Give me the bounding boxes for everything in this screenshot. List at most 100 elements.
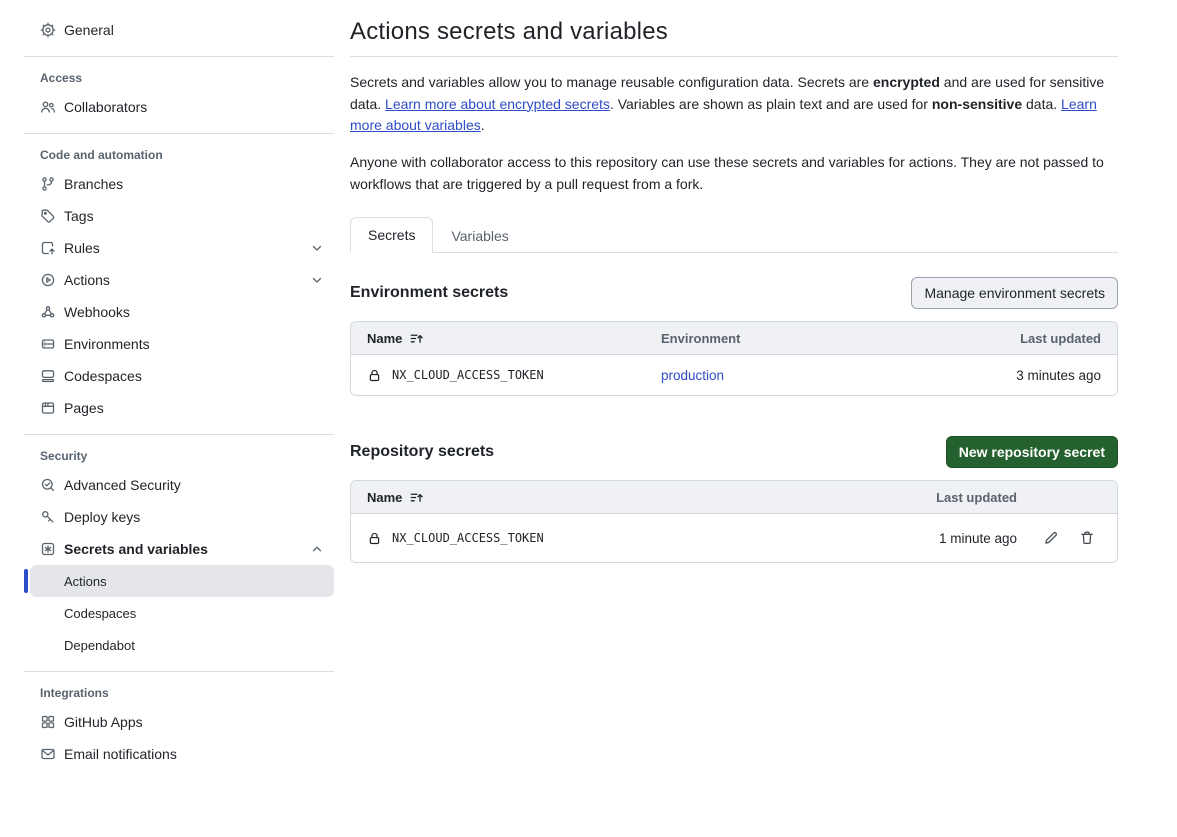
sidebar-item-deploy-keys[interactable]: Deploy keys <box>30 501 334 533</box>
row-actions <box>1017 524 1101 552</box>
edit-secret-button[interactable] <box>1037 524 1065 552</box>
sidebar-item-github-apps[interactable]: GitHub Apps <box>30 706 334 738</box>
sidebar-item-label: Deploy keys <box>64 510 140 524</box>
sidebar-item-actions[interactable]: Actions <box>30 264 334 296</box>
sidebar-item-email-notifications[interactable]: Email notifications <box>30 738 334 770</box>
sidebar-subitem-dependabot[interactable]: Dependabot <box>30 629 334 661</box>
apps-icon <box>40 714 56 730</box>
environment-secrets-table-header: Name Environment Last updated <box>351 322 1117 355</box>
sidebar-item-label: Environments <box>64 337 150 351</box>
sidebar-item-label: General <box>64 23 114 37</box>
sidebar-item-label: Webhooks <box>64 305 130 319</box>
tag-icon <box>40 208 56 224</box>
intro-text-segment: . Variables are shown as plain text and … <box>610 96 932 112</box>
sidebar-item-label: Actions <box>64 273 110 287</box>
sidebar-divider <box>24 671 334 672</box>
environment-secrets-header: Environment secrets Manage environment s… <box>350 277 1118 309</box>
secret-name: NX_CLOUD_ACCESS_TOKEN <box>392 368 544 382</box>
secret-name-cell: NX_CLOUD_ACCESS_TOKEN <box>367 368 661 383</box>
intro-paragraph-2: Anyone with collaborator access to this … <box>350 152 1118 195</box>
sidebar-item-label: Collaborators <box>64 100 147 114</box>
table-row: NX_CLOUD_ACCESS_TOKEN 1 minute ago <box>351 514 1117 562</box>
server-icon <box>40 336 56 352</box>
sidebar-item-label: Codespaces <box>64 369 142 383</box>
sidebar-item-branches[interactable]: Branches <box>30 168 334 200</box>
sidebar-item-label: Tags <box>64 209 94 223</box>
column-header-label: Name <box>367 490 402 505</box>
sidebar-item-advanced-security[interactable]: Advanced Security <box>30 469 334 501</box>
intro-bold-non-sensitive: non-sensitive <box>932 96 1022 112</box>
chevron-down-icon <box>310 273 324 287</box>
sidebar-item-environments[interactable]: Environments <box>30 328 334 360</box>
gear-icon <box>40 22 56 38</box>
mail-icon <box>40 746 56 762</box>
sidebar-item-pages[interactable]: Pages <box>30 392 334 424</box>
sidebar-subitem-codespaces[interactable]: Codespaces <box>30 597 334 629</box>
sidebar-item-label: GitHub Apps <box>64 715 143 729</box>
tab-variables[interactable]: Variables <box>433 218 526 253</box>
last-updated-cell: 3 minutes ago <box>961 368 1101 383</box>
secret-icon <box>40 541 56 557</box>
intro-bold-encrypted: encrypted <box>873 74 940 90</box>
intro-text-segment: Secrets and variables allow you to manag… <box>350 74 873 90</box>
settings-page: General Access Collaborators Code and au… <box>0 0 1177 837</box>
main-content: Actions secrets and variables Secrets an… <box>350 0 1118 837</box>
sidebar-item-label: Branches <box>64 177 123 191</box>
environment-link[interactable]: production <box>661 368 724 383</box>
lock-icon <box>367 368 382 383</box>
sidebar-item-webhooks[interactable]: Webhooks <box>30 296 334 328</box>
sidebar-item-tags[interactable]: Tags <box>30 200 334 232</box>
sidebar-item-label: Pages <box>64 401 104 415</box>
sidebar-subitem-label: Actions <box>64 574 107 589</box>
codescan-icon <box>40 477 56 493</box>
repository-secrets-table-header: Name Last updated <box>351 481 1117 514</box>
intro-text-segment: . <box>481 117 485 133</box>
delete-secret-button[interactable] <box>1073 524 1101 552</box>
sidebar-item-codespaces[interactable]: Codespaces <box>30 360 334 392</box>
browser-icon <box>40 400 56 416</box>
lock-icon <box>367 531 382 546</box>
new-repository-secret-button[interactable]: New repository secret <box>946 436 1118 468</box>
play-icon <box>40 272 56 288</box>
sidebar-section-security: Security <box>40 449 334 463</box>
sidebar-subitem-label: Dependabot <box>64 638 135 653</box>
sidebar-divider <box>24 133 334 134</box>
sidebar-item-collaborators[interactable]: Collaborators <box>30 91 334 123</box>
column-header-environment: Environment <box>661 331 961 346</box>
column-header-name[interactable]: Name <box>367 490 877 505</box>
environment-cell: production <box>661 367 961 383</box>
manage-environment-secrets-button[interactable]: Manage environment secrets <box>911 277 1118 309</box>
sort-ascending-icon <box>409 490 424 505</box>
intro-text: Secrets and variables allow you to manag… <box>350 72 1118 195</box>
sidebar-item-general[interactable]: General <box>30 14 334 46</box>
key-icon <box>40 509 56 525</box>
webhook-icon <box>40 304 56 320</box>
sidebar-item-label: Advanced Security <box>64 478 181 492</box>
rules-icon <box>40 240 56 256</box>
trash-icon <box>1079 530 1095 546</box>
sidebar-section-access: Access <box>40 71 334 85</box>
chevron-down-icon <box>310 241 324 255</box>
sidebar-subitem-label: Codespaces <box>64 606 136 621</box>
table-row: NX_CLOUD_ACCESS_TOKEN production 3 minut… <box>351 355 1117 395</box>
secret-name: NX_CLOUD_ACCESS_TOKEN <box>392 531 544 545</box>
pencil-icon <box>1043 530 1059 546</box>
repository-secrets-header: Repository secrets New repository secret <box>350 436 1118 468</box>
sort-ascending-icon <box>409 331 424 346</box>
sidebar-subitem-actions[interactable]: Actions <box>30 565 334 597</box>
git-branch-icon <box>40 176 56 192</box>
people-icon <box>40 99 56 115</box>
sidebar-divider <box>24 56 334 57</box>
repository-secrets-table: Name Last updated NX_CLOUD_ACCESS_TOKEN … <box>350 480 1118 563</box>
codespaces-icon <box>40 368 56 384</box>
tab-secrets[interactable]: Secrets <box>350 217 433 253</box>
environment-secrets-table: Name Environment Last updated NX_CLOUD_A… <box>350 321 1118 396</box>
title-divider <box>350 56 1118 57</box>
sidebar-item-label: Rules <box>64 241 100 255</box>
column-header-last-updated: Last updated <box>961 331 1101 346</box>
column-header-name[interactable]: Name <box>367 331 661 346</box>
link-encrypted-secrets[interactable]: Learn more about encrypted secrets <box>385 96 610 112</box>
environment-secrets-heading: Environment secrets <box>350 284 508 302</box>
sidebar-item-rules[interactable]: Rules <box>30 232 334 264</box>
sidebar-item-secrets-and-variables[interactable]: Secrets and variables <box>30 533 334 565</box>
